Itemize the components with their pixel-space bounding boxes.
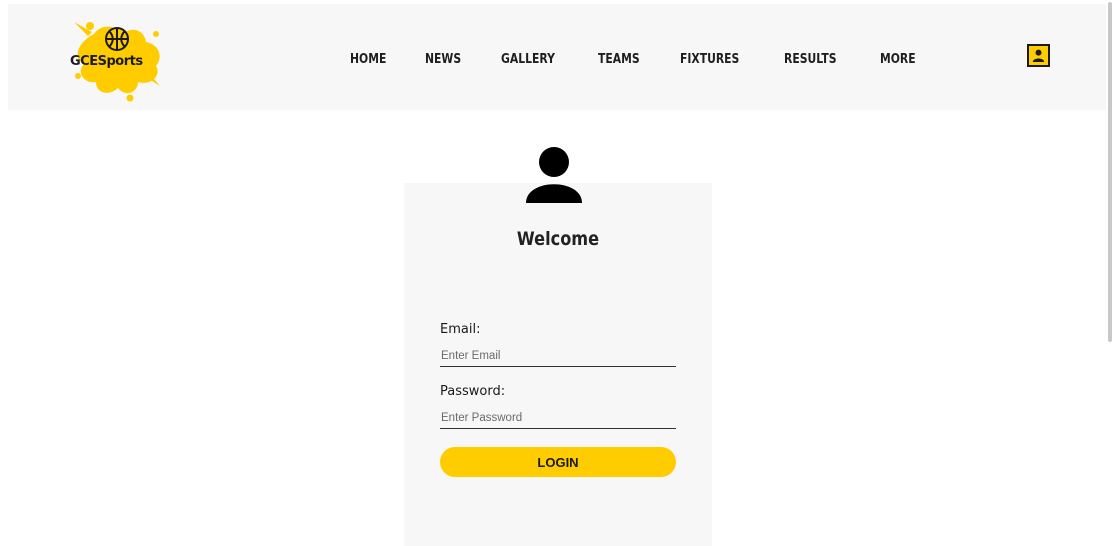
- login-card: Welcome Email: Password: LOGIN: [404, 183, 712, 546]
- email-label: Email:: [440, 322, 481, 337]
- page-scrollbar[interactable]: [1106, 0, 1114, 546]
- password-input[interactable]: [440, 407, 676, 429]
- user-icon: [1032, 49, 1045, 62]
- basketball-icon: [105, 27, 129, 51]
- nav-item-gallery[interactable]: GALLERY: [501, 51, 555, 67]
- logo-text: GCESports: [70, 54, 143, 69]
- nav-item-results[interactable]: RESULTS: [784, 51, 836, 67]
- user-account-button[interactable]: [1027, 44, 1050, 67]
- user-avatar-icon: [526, 147, 582, 203]
- nav-item-teams[interactable]: TEAMS: [598, 51, 640, 67]
- nav-item-home[interactable]: HOME: [350, 51, 386, 67]
- login-title: Welcome: [516, 228, 600, 250]
- main-nav: HOME NEWS GALLERY TEAMS FIXTURES RESULTS…: [350, 48, 954, 70]
- email-input[interactable]: [440, 345, 676, 367]
- password-label: Password:: [440, 384, 506, 399]
- login-button[interactable]: LOGIN: [440, 447, 676, 477]
- nav-item-more[interactable]: MORE: [880, 51, 916, 67]
- site-header: GCESports HOME NEWS GALLERY TEAMS FIXTUR…: [8, 4, 1106, 110]
- nav-item-fixtures[interactable]: FIXTURES: [680, 51, 739, 67]
- nav-item-news[interactable]: NEWS: [425, 51, 461, 67]
- login-avatar: [526, 146, 582, 204]
- scrollbar-thumb[interactable]: [1108, 2, 1112, 342]
